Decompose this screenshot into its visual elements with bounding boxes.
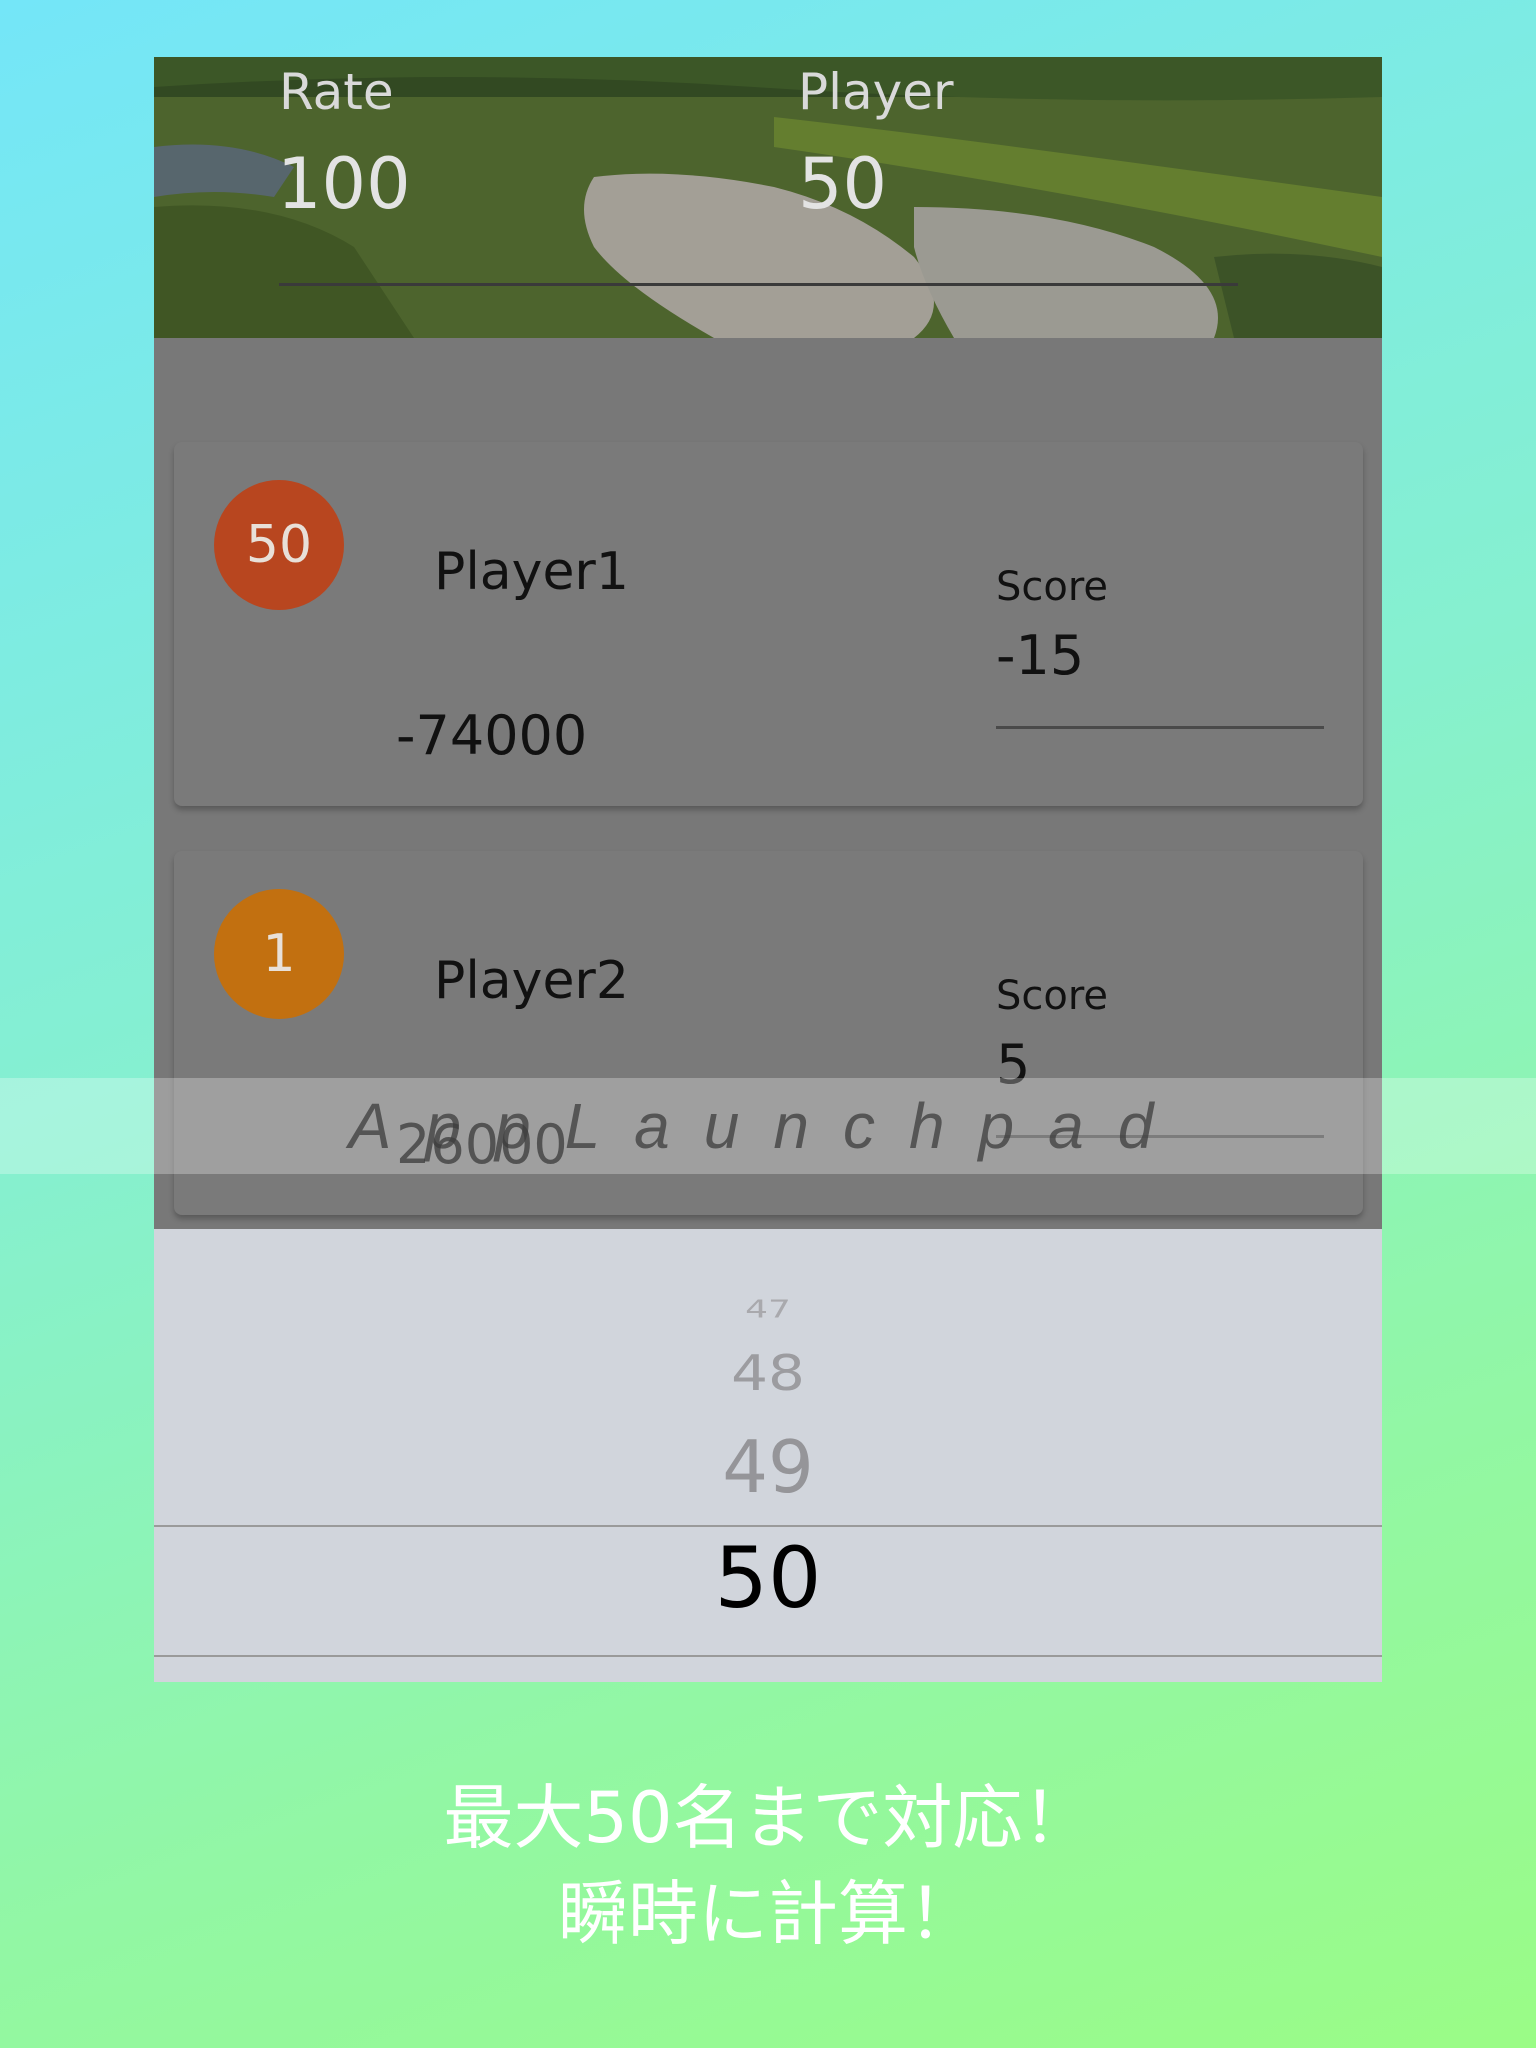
player-card[interactable]: 50 Player1 -74000 Score -15 <box>174 442 1363 806</box>
watermark-banner: AppLaunchpad <box>0 1078 1536 1174</box>
picker-option[interactable]: 49 <box>154 1425 1382 1509</box>
score-input[interactable]: -15 <box>996 624 1084 687</box>
number-picker[interactable]: 47 48 49 50 <box>154 1229 1382 1682</box>
header-banner: Rate 100 Player 50 <box>154 57 1382 338</box>
score-label: Score <box>996 564 1109 610</box>
player-name[interactable]: Player2 <box>434 951 629 1011</box>
picker-selection-bottom-line <box>154 1655 1382 1657</box>
score-underline <box>996 726 1324 729</box>
player-count-label: Player <box>798 63 954 121</box>
rate-underline <box>279 283 799 286</box>
app-screen: Rate 100 Player 50 50 Player1 -74000 Sco… <box>154 57 1382 1682</box>
player-count-field[interactable]: Player 50 <box>794 57 1382 338</box>
score-label: Score <box>996 973 1109 1019</box>
promo-caption-line2: 瞬時に計算！ <box>558 1873 978 1955</box>
player-name[interactable]: Player1 <box>434 542 629 602</box>
rank-badge: 50 <box>214 480 344 610</box>
rank-badge: 1 <box>214 889 344 1019</box>
picker-selected-option[interactable]: 50 <box>154 1529 1382 1627</box>
player-count-value[interactable]: 50 <box>798 143 887 225</box>
player-count-underline <box>798 283 1238 286</box>
picker-option[interactable]: 47 <box>154 1295 1382 1324</box>
rate-value[interactable]: 100 <box>277 143 411 225</box>
picker-option[interactable]: 48 <box>154 1344 1382 1402</box>
rate-field[interactable]: Rate 100 <box>154 57 799 338</box>
rate-label: Rate <box>279 63 394 121</box>
picker-selection-top-line <box>154 1525 1382 1527</box>
promo-caption-line1: 最大50名まで対応！ <box>443 1777 1093 1859</box>
player-amount: -74000 <box>396 704 588 767</box>
